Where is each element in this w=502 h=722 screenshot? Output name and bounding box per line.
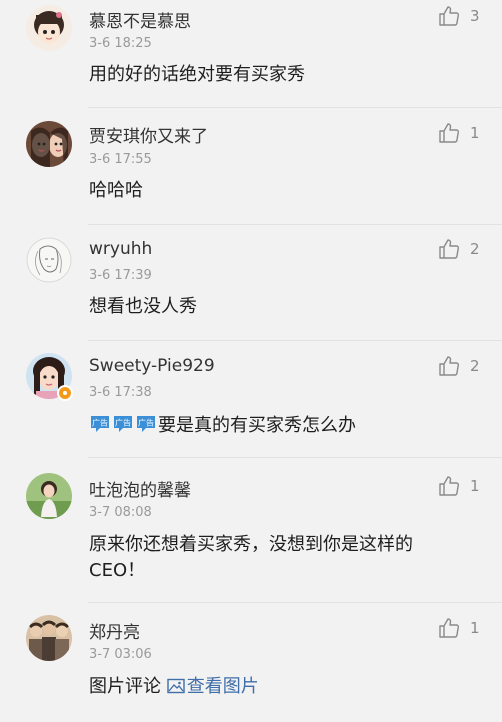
comment-time: 3-6 18:25	[89, 36, 152, 51]
like-button[interactable]: 1	[438, 617, 480, 639]
svg-text:广告: 广告	[92, 418, 108, 428]
comment-text: 哈哈哈	[89, 180, 143, 201]
comment-item: wryuhh 3-6 17:39 想看也没人秀 2	[0, 225, 502, 341]
like-count: 1	[470, 124, 480, 142]
avatar[interactable]	[26, 473, 72, 519]
thumbs-up-icon	[439, 239, 460, 259]
like-button[interactable]: 1	[438, 122, 480, 144]
view-image-label: 查看图片	[186, 676, 259, 697]
comment-author[interactable]: Sweety-Pie929	[89, 356, 215, 376]
comment-author[interactable]: 慕恩不是慕思	[89, 7, 191, 32]
avatar[interactable]	[26, 5, 72, 51]
comment-item: 慕恩不是慕思 3-6 18:25 用的好的话绝对要有买家秀 3	[0, 0, 502, 108]
avatar[interactable]	[26, 237, 72, 283]
image-icon	[167, 678, 185, 694]
like-count: 1	[470, 619, 480, 637]
like-count: 2	[470, 357, 480, 375]
like-count: 3	[470, 7, 480, 25]
avatar[interactable]	[26, 615, 72, 661]
comment-time: 3-7 08:08	[89, 505, 152, 520]
comment-text: 原来你还想着买家秀，没想到你是这样的	[89, 534, 413, 555]
like-count: 1	[470, 477, 480, 495]
comment-author[interactable]: 吐泡泡的馨馨	[89, 476, 191, 501]
comment-time: 3-6 17:55	[89, 152, 152, 167]
verified-badge-icon	[57, 385, 73, 401]
view-image-link[interactable]: 查看图片	[167, 676, 259, 697]
comment-text: 用的好的话绝对要有买家秀	[89, 64, 305, 85]
ad-emoji-icon: 广告	[91, 416, 109, 432]
thumbs-up-icon	[439, 618, 460, 638]
like-button[interactable]: 3	[438, 5, 480, 27]
ad-emoji-icon: 广告	[137, 416, 155, 432]
comment-author[interactable]: 郑丹亮	[89, 618, 140, 643]
comment-text-body: 要是真的有买家秀怎么办	[158, 415, 356, 436]
comment-author[interactable]: wryuhh	[89, 239, 152, 259]
comment-text: 想看也没人秀	[89, 296, 197, 317]
comment-time: 3-7 03:06	[89, 647, 152, 662]
thumbs-up-icon	[439, 476, 460, 496]
thumbs-up-icon	[439, 6, 460, 26]
ad-emoji-icon: 广告	[114, 416, 132, 432]
like-button[interactable]: 2	[438, 355, 480, 377]
comment-item: 郑丹亮 3-7 03:06 图片评论 查看图片 1	[0, 603, 502, 722]
comment-author[interactable]: 贾安琪你又来了	[89, 122, 208, 147]
avatar[interactable]	[26, 121, 72, 167]
like-count: 2	[470, 240, 480, 258]
comment-item: 贾安琪你又来了 3-6 17:55 哈哈哈 1	[0, 108, 502, 225]
thumbs-up-icon	[439, 123, 460, 143]
comment-text: 广告 广告 广告 要是真的有买家秀怎么办	[89, 412, 356, 440]
comment-item: Sweety-Pie929 3-6 17:38 广告 广告 广告 要是真的有买家秀怎么…	[0, 341, 502, 458]
comment-text: 图片评论 查看图片	[89, 673, 259, 701]
comment-item: 吐泡泡的馨馨 3-7 08:08 原来你还想着买家秀，没想到你是这样的 CEO！…	[0, 458, 502, 603]
thumbs-up-icon	[439, 356, 460, 376]
comment-text: CEO！	[89, 560, 146, 581]
comment-text-body: 图片评论	[89, 676, 161, 697]
like-button[interactable]: 1	[438, 475, 480, 497]
svg-text:广告: 广告	[138, 418, 154, 428]
like-button[interactable]: 2	[438, 238, 480, 260]
comment-time: 3-6 17:38	[89, 385, 152, 400]
comment-time: 3-6 17:39	[89, 268, 152, 283]
svg-text:广告: 广告	[115, 418, 131, 428]
